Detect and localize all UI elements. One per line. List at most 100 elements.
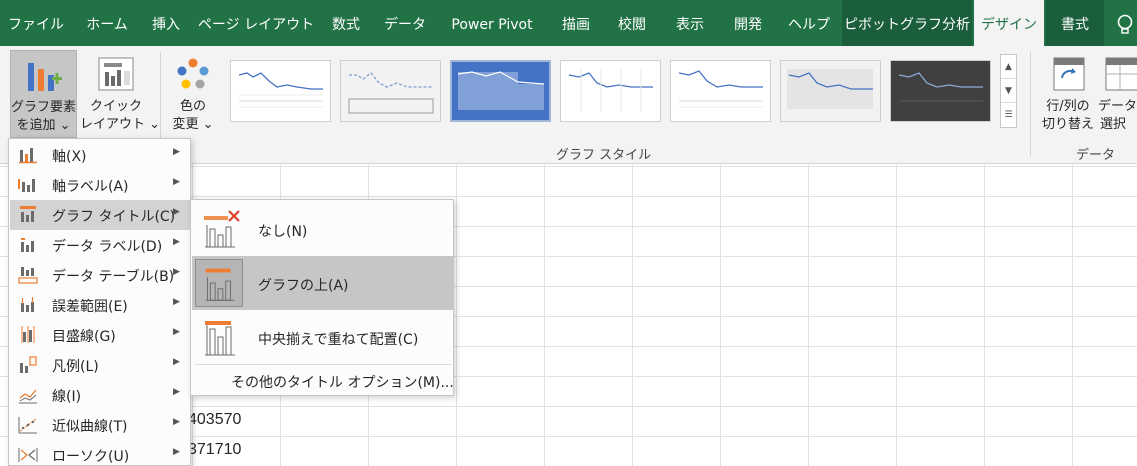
chart-style-preview — [238, 72, 323, 108]
select-data-label-2: 選択 — [1100, 117, 1127, 132]
tab-page-layout[interactable]: ページ レイアウト — [194, 0, 318, 46]
chart-title-submenu: なし(N) グラフの上(A) 中央揃えで重ねて配置(C) その他のタイトル オプ… — [190, 199, 454, 396]
chart-style-preview — [568, 69, 653, 111]
quick-layout-label-2: レイアウト ⌄ — [80, 117, 161, 132]
change-colors-label-2: 変更 ⌄ — [172, 117, 214, 132]
tab-draw[interactable]: 描画 — [550, 0, 602, 46]
chart-style-thumbnail[interactable] — [340, 60, 441, 122]
chart-style-thumbnail[interactable] — [560, 60, 661, 122]
cell-value[interactable]: 403570 — [188, 411, 241, 429]
more-title-options-link[interactable]: その他のタイトル オプション(M)... — [231, 372, 454, 392]
tab-pivotchart-analyze[interactable]: ピボットグラフ分析 — [842, 0, 972, 46]
tab-data[interactable]: データ — [374, 0, 436, 46]
gallery-scroll-down-icon[interactable]: ▼ — [1001, 79, 1016, 103]
ribbon-separator — [1030, 52, 1031, 156]
tab-format[interactable]: 書式 — [1046, 0, 1104, 46]
ribbon-tab-bar: ファイル ホーム 挿入 ページ レイアウト 数式 データ Power Pivot… — [0, 0, 1137, 46]
axes-icon — [19, 148, 37, 164]
lightbulb-icon[interactable] — [1116, 14, 1134, 36]
menu-item-error-bars[interactable]: 誤差範囲(E) ▶ — [10, 290, 190, 320]
menu-item-trendline[interactable]: 近似曲線(T) ▶ — [10, 410, 190, 440]
menu-item-data-labels[interactable]: データ ラベル(D) ▶ — [10, 230, 190, 260]
menu-item-label: データ テーブル(B) — [52, 269, 175, 285]
submenu-item-above-chart[interactable]: グラフの上(A) — [192, 256, 454, 310]
menu-item-chart-title[interactable]: グラフ タイトル(C) ▶ — [10, 200, 190, 230]
chart-style-preview — [457, 71, 545, 110]
gallery-scroll-up-icon[interactable]: ▲ — [1001, 55, 1016, 79]
menu-item-label: ローソク(U) — [52, 449, 130, 465]
submenu-arrow-icon: ▶ — [173, 147, 180, 157]
tab-home[interactable]: ホーム — [74, 0, 140, 46]
submenu-arrow-icon: ▶ — [173, 237, 180, 247]
menu-item-data-table[interactable]: データ テーブル(B) ▶ — [10, 260, 190, 290]
tab-developer[interactable]: 開発 — [720, 0, 776, 46]
submenu-arrow-icon: ▶ — [173, 327, 180, 337]
chart-style-thumbnail[interactable] — [890, 60, 991, 122]
chart-title-icon — [20, 206, 36, 222]
error-bars-icon — [21, 297, 34, 312]
submenu-item-none[interactable]: なし(N) — [192, 202, 454, 256]
chart-styles-group-label: グラフ スタイル — [556, 148, 652, 163]
quick-layout-button[interactable]: クイック レイアウト ⌄ — [80, 50, 161, 138]
submenu-arrow-icon: ▶ — [173, 447, 180, 457]
menu-item-label: 近似曲線(T) — [52, 419, 128, 435]
add-chart-element-label-2: を追加 ⌄ — [16, 118, 71, 133]
submenu-arrow-icon: ▶ — [173, 297, 180, 307]
quick-layout-label-1: クイック — [89, 99, 142, 114]
centered-overlay-title-icon — [205, 321, 235, 356]
add-chart-element-menu: 軸(X) ▶ 軸ラベル(A) ▶ グラフ タイトル(C) ▶ データ ラベル(D… — [8, 138, 191, 466]
chart-style-thumbnail[interactable] — [780, 60, 881, 122]
submenu-item-label: グラフの上(A) — [258, 278, 349, 294]
submenu-divider — [195, 364, 451, 365]
tab-formulas[interactable]: 数式 — [320, 0, 372, 46]
menu-item-label: 誤差範囲(E) — [52, 299, 128, 315]
chart-style-preview — [348, 72, 434, 114]
tab-insert[interactable]: 挿入 — [140, 0, 192, 46]
menu-item-lines[interactable]: 線(I) ▶ — [10, 380, 190, 410]
switch-row-column-icon — [1053, 57, 1085, 91]
menu-item-legend[interactable]: 凡例(L) ▶ — [10, 350, 190, 380]
menu-item-gridlines[interactable]: 目盛線(G) ▶ — [10, 320, 190, 350]
data-group-label: データ — [1076, 148, 1116, 163]
menu-item-label: 軸(X) — [52, 149, 87, 165]
submenu-arrow-icon: ▶ — [173, 207, 180, 217]
tab-view[interactable]: 表示 — [662, 0, 718, 46]
no-title-icon — [204, 210, 240, 248]
gallery-more-icon[interactable]: ☰ — [1001, 103, 1016, 127]
tab-help[interactable]: ヘルプ — [778, 0, 840, 46]
menu-item-axis-titles[interactable]: 軸ラベル(A) ▶ — [10, 170, 190, 200]
chart-style-thumbnail[interactable] — [670, 60, 771, 122]
chart-style-gallery — [226, 54, 996, 128]
quick-layout-icon — [98, 57, 134, 91]
menu-item-label: 軸ラベル(A) — [52, 179, 129, 195]
gridlines-icon — [21, 326, 35, 343]
submenu-item-centered-overlay[interactable]: 中央揃えで重ねて配置(C) — [192, 310, 454, 364]
title-above-chart-icon — [195, 259, 243, 307]
lines-icon — [19, 389, 37, 404]
tab-design[interactable]: デザイン — [974, 0, 1044, 46]
menu-item-axes[interactable]: 軸(X) ▶ — [10, 140, 190, 170]
switch-row-column-label-2: 切り替え — [1041, 117, 1094, 132]
trendline-icon — [18, 417, 37, 434]
switch-row-column-button[interactable]: 行/列の 切り替え — [1038, 50, 1098, 138]
change-colors-button[interactable]: 色の 変更 ⌄ — [166, 50, 220, 138]
menu-item-up-down-bars[interactable]: ローソク(U) ▶ — [10, 440, 190, 466]
cell-value[interactable]: 371710 — [188, 441, 241, 459]
menu-item-label: 目盛線(G) — [52, 329, 116, 345]
submenu-arrow-icon: ▶ — [173, 267, 180, 277]
axis-titles-icon — [18, 179, 35, 192]
gallery-scroll: ▲ ▼ ☰ — [1000, 54, 1017, 128]
tab-file[interactable]: ファイル — [0, 0, 72, 46]
menu-item-label: グラフ タイトル(C) — [52, 209, 176, 225]
menu-item-label: データ ラベル(D) — [52, 239, 163, 255]
add-chart-element-label-1: グラフ要素 — [11, 100, 77, 115]
tab-power-pivot[interactable]: Power Pivot — [436, 0, 548, 46]
menu-item-label: 線(I) — [52, 389, 82, 405]
tab-review[interactable]: 校閲 — [604, 0, 660, 46]
chart-style-thumbnail[interactable] — [450, 60, 551, 122]
menu-item-label: 凡例(L) — [52, 359, 99, 375]
submenu-arrow-icon: ▶ — [173, 387, 180, 397]
select-data-button[interactable]: データの 選択 — [1098, 50, 1137, 138]
add-chart-element-button[interactable]: グラフ要素 を追加 ⌄ — [10, 50, 77, 138]
chart-style-thumbnail[interactable] — [230, 60, 331, 122]
